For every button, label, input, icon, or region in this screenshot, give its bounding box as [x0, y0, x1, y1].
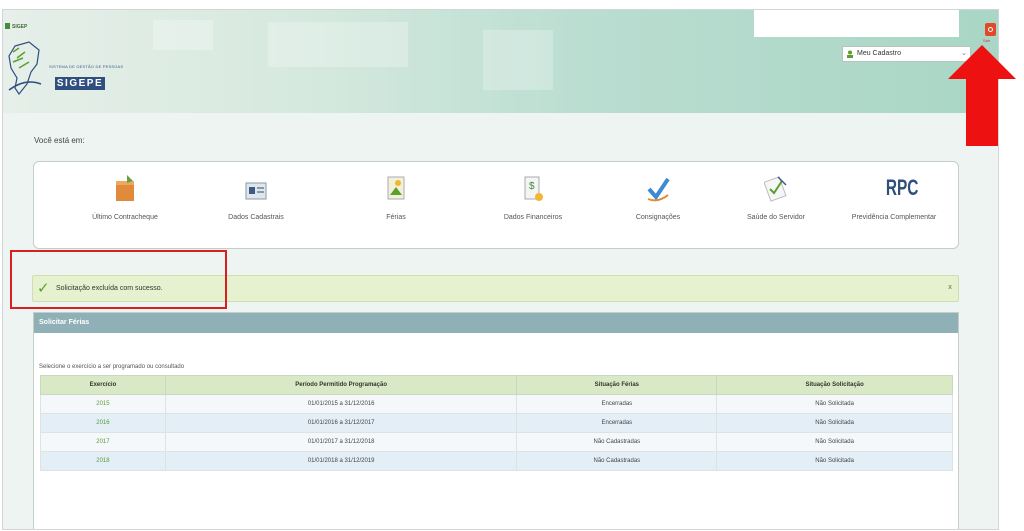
table-row[interactable]: 2016 01/01/2016 a 31/12/2017 Encerradas …: [40, 413, 953, 433]
brand-tag: SIGEP: [5, 23, 27, 30]
menu-item-label: Férias: [386, 214, 406, 221]
close-icon[interactable]: x: [948, 284, 952, 291]
stethoscope-icon: [764, 176, 787, 202]
table-cell: Não Cadastradas: [516, 451, 718, 471]
menu-item-consignacoes[interactable]: Consignações: [593, 162, 723, 250]
annotation-highlight-box: [10, 250, 227, 309]
menu-item-dados-cadastrais[interactable]: Dados Cadastrais: [191, 162, 321, 250]
table-row[interactable]: 2017 01/01/2017 a 31/12/2018 Não Cadastr…: [40, 432, 953, 452]
column-header: Situação Solicitação: [716, 375, 953, 395]
exercicio-link[interactable]: 2016: [40, 413, 166, 433]
table-header-row: Exercício Período Permitido Programação …: [40, 375, 953, 395]
menu-item-label: Consignações: [635, 214, 681, 221]
vacation-icon: [387, 176, 405, 200]
table-cell: Encerradas: [516, 394, 718, 414]
table-cell: 01/01/2018 a 31/12/2019: [164, 451, 518, 471]
rpc-icon: RPC: [885, 175, 919, 200]
meu-cadastro-label: Meu Cadastro: [857, 50, 901, 57]
check-arrow-icon: [647, 177, 670, 202]
table-cell: Não Solicitada: [716, 413, 953, 433]
table-cell: 01/01/2016 a 31/12/2017: [164, 413, 518, 433]
header-decoration: [268, 22, 408, 67]
column-header: Exercício: [40, 375, 166, 395]
exercicio-table: Exercício Período Permitido Programação …: [40, 375, 953, 471]
brazil-map-logo-icon: [8, 41, 42, 96]
power-icon[interactable]: [985, 23, 996, 36]
header: SIGEP SISTEMA DE GESTÃO DE PESSOAS SIGEP…: [3, 10, 998, 113]
menu-item-ferias[interactable]: Férias: [331, 162, 461, 250]
table-cell: Não Solicitada: [716, 432, 953, 452]
menu-item-previdencia-complementar[interactable]: RPC Previdência Complementar: [829, 162, 959, 250]
menu-item-label: Previdência Complementar: [851, 214, 937, 221]
folder-icon: [116, 175, 134, 201]
exercicio-link[interactable]: 2015: [40, 394, 166, 414]
panel-title: Solicitar Férias: [34, 313, 958, 333]
logo-subtitle: SISTEMA DE GESTÃO DE PESSOAS: [49, 64, 124, 69]
table-cell: 01/01/2017 a 31/12/2018: [164, 432, 518, 452]
brand-icon: [5, 23, 10, 29]
exercicio-link[interactable]: 2017: [40, 432, 166, 452]
menu-item-label: Saúde do Servidor: [747, 214, 805, 221]
table-cell: Não Solicitada: [716, 451, 953, 471]
quick-menu: Último Contracheque Dados Cadastrais Fér…: [33, 161, 959, 249]
brand-label: SIGEP: [12, 24, 28, 30]
table-cell: Não Cadastradas: [516, 432, 718, 452]
exercicio-link[interactable]: 2018: [40, 451, 166, 471]
annotation-arrow-up-icon: [948, 45, 1016, 146]
menu-item-ultimo-contracheque[interactable]: Último Contracheque: [60, 162, 190, 250]
svg-text:$: $: [529, 181, 535, 192]
menu-item-label: Dados Cadastrais: [228, 214, 284, 221]
browser-strip: [0, 0, 1024, 9]
menu-item-label: Dados Financeiros: [503, 214, 563, 221]
table-row[interactable]: 2015 01/01/2015 a 31/12/2016 Encerradas …: [40, 394, 953, 414]
user-info-box: [754, 10, 959, 37]
header-decoration: [483, 30, 553, 90]
menu-item-saude-do-servidor[interactable]: Saúde do Servidor: [711, 162, 841, 250]
table-cell: 01/01/2015 a 31/12/2016: [164, 394, 518, 414]
logout-label[interactable]: Sair: [983, 38, 990, 43]
money-icon: $: [524, 176, 543, 201]
solicitar-ferias-panel: Solicitar Férias Selecione o exercício a…: [33, 312, 959, 529]
panel-hint: Selecione o exercício a ser programado o…: [39, 364, 185, 370]
header-decoration: [153, 20, 213, 50]
breadcrumb: Você está em:: [34, 136, 85, 145]
table-row[interactable]: 2018 01/01/2018 a 31/12/2019 Não Cadastr…: [40, 451, 953, 471]
table-cell: Encerradas: [516, 413, 718, 433]
column-header: Situação Férias: [516, 375, 718, 395]
menu-item-dados-financeiros[interactable]: $ Dados Financeiros: [468, 162, 598, 250]
menu-item-label: Último Contracheque: [92, 214, 158, 221]
logo-text[interactable]: SIGEPE: [55, 77, 105, 90]
table-cell: Não Solicitada: [716, 394, 953, 414]
column-header: Período Permitido Programação: [164, 375, 518, 395]
id-card-icon: [245, 182, 267, 200]
user-icon: [847, 50, 853, 58]
